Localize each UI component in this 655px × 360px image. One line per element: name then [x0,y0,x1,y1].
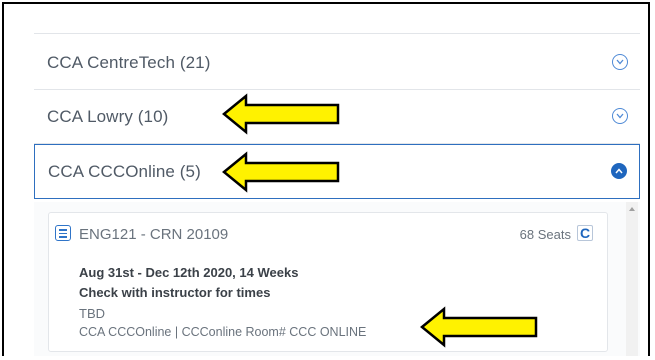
accordion-label: CCA Lowry (10) [47,107,169,126]
divider [34,33,640,34]
chevron-up-icon[interactable] [611,163,627,179]
accordion-campus-centretech[interactable]: CCA CentreTech (21) [34,36,640,90]
chevron-down-icon[interactable] [612,54,628,70]
section-instructor: TBD [79,306,105,321]
refresh-icon[interactable]: C [577,225,593,241]
course-title: ENG121 - CRN 20109 [79,226,229,243]
section-dates: Aug 31st - Dec 12th 2020, 14 Weeks [79,265,299,280]
section-location: CCA CCCOnline | CCConline Room# CCC ONLI… [79,325,367,339]
section-panel: ENG121 - CRN 20109 68 Seats C Aug 31st -… [34,202,640,356]
scrollbar[interactable] [626,202,638,356]
page-frame: CCA CentreTech (21) CCA Lowry (10) CCA C… [2,2,650,356]
accordion-label: CCA CCCOnline (5) [48,162,201,181]
accordion-label: CCA CentreTech (21) [47,53,211,72]
scroll-up-arrow-icon[interactable] [629,207,635,211]
arrow-annotation [420,306,538,348]
menu-icon[interactable] [55,225,71,241]
arrow-annotation [222,93,340,135]
chevron-down-icon[interactable] [612,108,628,124]
arrow-annotation [222,151,340,193]
section-times: Check with instructor for times [79,285,271,300]
seats-count: 68 Seats [519,227,571,242]
